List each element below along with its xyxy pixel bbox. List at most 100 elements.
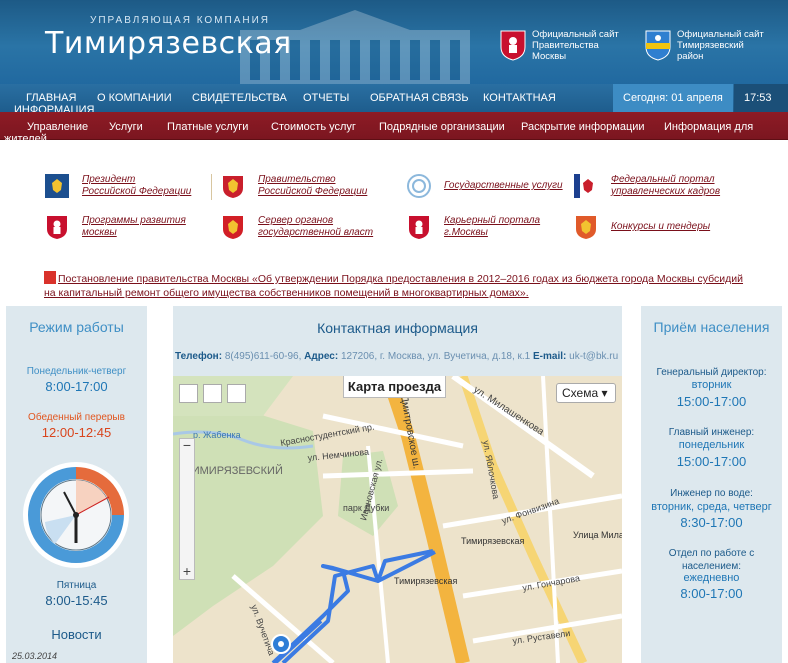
link-moscow-programs[interactable]: Программы развития москвы bbox=[44, 214, 192, 240]
reception-director-time: 15:00-17:00 bbox=[676, 394, 747, 409]
nav-contacts[interactable]: КОНТАКТНАЯ bbox=[483, 92, 556, 104]
map-title: Карта проезда bbox=[343, 376, 446, 398]
phone-value: 8(495)611-60-96, bbox=[224, 351, 302, 362]
current-time: 17:53 bbox=[734, 84, 788, 112]
link-tenders[interactable]: Конкурсы и тендеры bbox=[573, 214, 721, 240]
reception-residents-time: 8:00-17:00 bbox=[680, 586, 743, 601]
reception-title: Приём населения bbox=[653, 319, 770, 335]
ruler-tool-icon[interactable] bbox=[227, 384, 246, 403]
phone-label: Телефон: bbox=[175, 351, 223, 362]
reception-water-label: Инженер по воде: bbox=[670, 488, 753, 499]
subnav-service-cost[interactable]: Стоимость услуг bbox=[271, 121, 356, 133]
magnifier-tool-icon[interactable] bbox=[203, 384, 222, 403]
moscow-shield-icon bbox=[409, 216, 429, 239]
schedule-lunch-value: 12:00-12:45 bbox=[41, 425, 112, 440]
schedule-lunch-label: Обеденный перерыв bbox=[28, 412, 125, 423]
zoom-in-icon[interactable]: + bbox=[181, 564, 193, 578]
subnav-management[interactable]: Управление bbox=[27, 121, 88, 133]
reception-water-day: вторник, среда, четверг bbox=[651, 501, 772, 513]
nav-about[interactable]: О КОМПАНИИ bbox=[97, 92, 172, 104]
email-label: E-mail: bbox=[533, 351, 567, 362]
map-label-metro2: Тимирязевская bbox=[461, 536, 524, 546]
link-career-portal[interactable]: Карьерный портала г.Москвы bbox=[406, 214, 554, 240]
address-label: Адрес: bbox=[304, 351, 339, 362]
link-gosuslugi[interactable]: Государственные услуги bbox=[406, 173, 564, 199]
map-label-district: ТИМИРЯЗЕВСКИЙ bbox=[185, 464, 283, 477]
email-value[interactable]: uk-t@bk.ru bbox=[569, 351, 618, 362]
contact-title: Контактная информация bbox=[317, 320, 478, 336]
logo-title[interactable]: Тимирязевская bbox=[45, 26, 292, 61]
news-title[interactable]: Новости bbox=[6, 627, 147, 642]
link-president[interactable]: Президент Российской Федерации bbox=[44, 173, 192, 199]
russia-coat-of-arms-icon bbox=[223, 176, 243, 198]
reception-panel: Приём населения Генеральный директор: вт… bbox=[641, 306, 782, 663]
current-date: Сегодня: 01 апреля bbox=[613, 84, 733, 112]
schedule-friday-label: Пятница bbox=[56, 580, 97, 591]
russia-flag-eagle-icon bbox=[574, 174, 593, 198]
reception-engineer-time: 15:00-17:00 bbox=[676, 454, 747, 469]
link-federal-portal-label: Федеральный портал управленческих кадров bbox=[611, 174, 721, 197]
reception-water-time: 8:30-17:00 bbox=[680, 515, 743, 530]
district-link-label: Официальный сайт Тимирязевский район bbox=[677, 29, 764, 62]
contact-panel: Контактная информация Телефон: 8(495)611… bbox=[173, 306, 622, 663]
nav-main[interactable]: ГЛАВНАЯ bbox=[26, 92, 76, 104]
moscow-shield-icon bbox=[47, 216, 67, 239]
map-canvas[interactable]: ТИМИРЯЗЕВСКИЙ р. Жабенка парк Дубки ул. … bbox=[173, 376, 622, 663]
russia-red-shield-icon bbox=[223, 216, 243, 239]
reception-residents-day: ежедневно bbox=[683, 572, 740, 584]
notice-text: Постановление правительства Москвы «Об у… bbox=[44, 273, 744, 299]
reception-residents-label: Отдел по работе с населением: bbox=[668, 548, 755, 572]
nav-certificates[interactable]: СВИДЕТЕЛЬСТВА bbox=[192, 92, 287, 104]
map-label-zhabenka: р. Жабенка bbox=[193, 430, 241, 440]
reception-director-day: вторник bbox=[691, 379, 732, 391]
link-career-portal-label: Карьерный портала г.Москвы bbox=[444, 215, 541, 238]
subnav-residents-info[interactable]: Информация для bbox=[664, 121, 753, 133]
schedule-weekdays-value: 8:00-17:00 bbox=[45, 379, 108, 394]
district-link[interactable]: Официальный сайт Тимирязевский район bbox=[645, 29, 767, 62]
nav-reports[interactable]: ОТЧЕТЫ bbox=[303, 92, 349, 104]
moscow-gov-link-label: Официальный сайт Правительства Москвы bbox=[532, 29, 619, 62]
link-tenders-label: Конкурсы и тендеры bbox=[611, 221, 711, 232]
link-gov-server[interactable]: Сервер органов государственной власт bbox=[220, 214, 378, 240]
moscow-coat-of-arms-icon bbox=[500, 30, 526, 61]
link-moscow-programs-label: Программы развития москвы bbox=[82, 215, 186, 238]
nav-feedback[interactable]: ОБРАТНАЯ СВЯЗЬ bbox=[370, 92, 469, 104]
logo-subtitle: УПРАВЛЯЮЩАЯ КОМПАНИЯ bbox=[90, 15, 271, 26]
news-date: 25.03.2014 bbox=[12, 651, 58, 661]
moscow-gov-link[interactable]: Официальный сайт Правительства Москвы bbox=[500, 29, 622, 62]
link-gosuslugi-label: Государственные услуги bbox=[444, 180, 563, 191]
address-value: 127206, г. Москва, ул. Вучетича, д.18, к… bbox=[340, 351, 531, 362]
link-government[interactable]: Правительство Российской Федерации bbox=[220, 173, 378, 199]
district-emblem-icon bbox=[645, 30, 671, 61]
analog-clock-icon bbox=[23, 462, 129, 568]
sub-navigation: Управление Услуги Платные услуги Стоимос… bbox=[0, 112, 788, 145]
chevron-down-icon: ▾ bbox=[601, 386, 608, 400]
subnav-services[interactable]: Услуги bbox=[109, 121, 143, 133]
schedule-panel: Режим работы Понедельник-четверг 8:00-17… bbox=[6, 306, 147, 663]
route-map[interactable]: ТИМИРЯЗЕВСКИЙ р. Жабенка парк Дубки ул. … bbox=[173, 376, 622, 663]
reception-engineer-label: Главный инженер: bbox=[668, 427, 755, 438]
russia-eagle-icon bbox=[45, 174, 69, 198]
map-label-metro1: Тимирязевская bbox=[394, 576, 457, 586]
gosuslugi-icon bbox=[407, 174, 431, 198]
link-gov-server-label: Сервер органов государственной власт bbox=[258, 215, 374, 238]
reception-director-label: Генеральный директор: bbox=[656, 367, 767, 378]
reception-engineer-day: понедельник bbox=[678, 439, 745, 451]
link-federal-portal[interactable]: Федеральный портал управленческих кадров bbox=[573, 173, 721, 199]
subnav-disclosure[interactable]: Раскрытие информации bbox=[521, 121, 645, 133]
map-scheme-dropdown[interactable]: Схема ▾ bbox=[556, 383, 616, 403]
schedule-weekdays-label: Понедельник-четверг bbox=[26, 366, 127, 377]
subnav-contractors[interactable]: Подрядные организации bbox=[379, 121, 505, 133]
subnav-paid-services[interactable]: Платные услуги bbox=[167, 121, 248, 133]
zoom-out-icon[interactable]: − bbox=[181, 438, 193, 452]
map-label-street-milash: Улица Милашенкова bbox=[573, 530, 622, 540]
subnav-residents-info-line2[interactable]: жителей bbox=[4, 133, 47, 145]
russia-red-shield-icon bbox=[576, 216, 596, 239]
pan-tool-icon[interactable] bbox=[179, 384, 198, 403]
link-government-label: Правительство Российской Федерации bbox=[258, 174, 368, 197]
link-president-label: Президент Российской Федерации bbox=[82, 174, 192, 197]
zoom-slider[interactable]: − + bbox=[179, 438, 195, 580]
site-header: УПРАВЛЯЮЩАЯ КОМПАНИЯ Тимирязевская Офици… bbox=[0, 0, 788, 84]
notice-link[interactable]: Постановление правительства Москвы «Об у… bbox=[44, 271, 749, 300]
schedule-title: Режим работы bbox=[29, 319, 124, 335]
